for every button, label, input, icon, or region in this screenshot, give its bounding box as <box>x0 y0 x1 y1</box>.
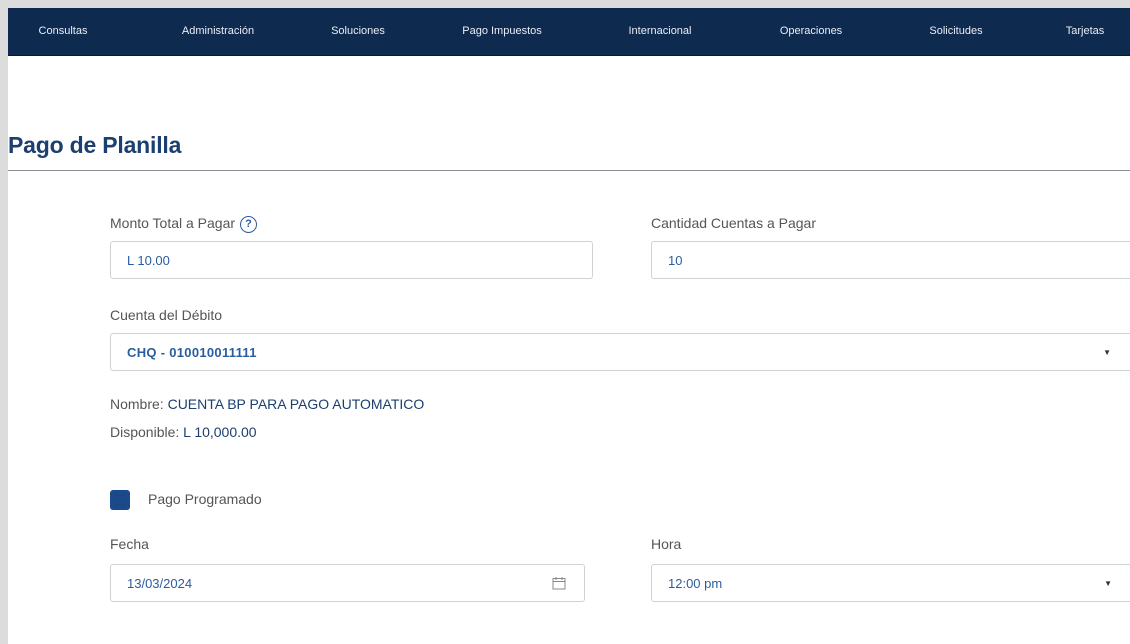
nombre-value: CUENTA BP PARA PAGO AUTOMATICO <box>167 396 425 412</box>
disponible-value: L 10,000.00 <box>183 424 257 440</box>
nav-item-solicitudes[interactable]: Solicitudes <box>929 8 982 55</box>
monto-label-row: Monto Total a Pagar? <box>110 215 258 233</box>
chevron-down-icon: ▼ <box>1104 579 1112 588</box>
cuenta-debito-label: Cuenta del Débito <box>110 307 223 323</box>
fecha-label: Fecha <box>110 536 149 552</box>
chevron-down-icon: ▼ <box>1103 348 1111 357</box>
nav-item-consultas[interactable]: Consultas <box>39 8 88 55</box>
nombre-line: Nombre: CUENTA BP PARA PAGO AUTOMATICO <box>110 396 424 412</box>
nav-item-pago-impuestos[interactable]: Pago Impuestos <box>462 8 542 55</box>
help-circle-icon[interactable]: ? <box>240 215 258 233</box>
pago-programado-label: Pago Programado <box>148 491 262 507</box>
disponible-line: Disponible: L 10,000.00 <box>110 424 257 440</box>
disponible-label: Disponible: <box>110 424 180 440</box>
nav-item-soluciones[interactable]: Soluciones <box>331 8 385 55</box>
page-title: Pago de Planilla <box>8 132 182 158</box>
cantidad-cuentas-value: 10 <box>668 253 683 268</box>
hora-value: 12:00 pm <box>668 576 723 591</box>
hora-select[interactable]: 12:00 pm ▼ <box>651 564 1130 602</box>
cantidad-cuentas-field[interactable]: 10 <box>651 241 1130 279</box>
cantidad-label: Cantidad Cuentas a Pagar <box>651 215 816 231</box>
nombre-label: Nombre: <box>110 396 164 412</box>
top-navbar: Consultas Administración Soluciones Pago… <box>8 8 1130 56</box>
nav-item-operaciones[interactable]: Operaciones <box>780 8 842 55</box>
fecha-value: 13/03/2024 <box>127 576 193 591</box>
pago-programado-checkbox[interactable] <box>110 490 130 510</box>
nav-item-tarjetas[interactable]: Tarjetas <box>1066 8 1105 55</box>
monto-label: Monto Total a Pagar <box>110 215 236 231</box>
app-frame: Consultas Administración Soluciones Pago… <box>8 8 1130 644</box>
nav-item-administracion[interactable]: Administración <box>182 8 254 55</box>
cuenta-debito-select[interactable]: CHQ - 010010011111 ▼ <box>110 333 1130 371</box>
nav-item-internacional[interactable]: Internacional <box>629 8 692 55</box>
fecha-input[interactable]: 13/03/2024 <box>110 564 585 602</box>
hora-label: Hora <box>651 536 682 552</box>
title-divider <box>8 170 1130 171</box>
monto-total-field[interactable]: L 10.00 <box>110 241 593 279</box>
monto-total-value: L 10.00 <box>127 253 170 268</box>
cuenta-debito-value: CHQ - 010010011111 <box>127 345 257 360</box>
calendar-icon[interactable] <box>552 576 566 590</box>
